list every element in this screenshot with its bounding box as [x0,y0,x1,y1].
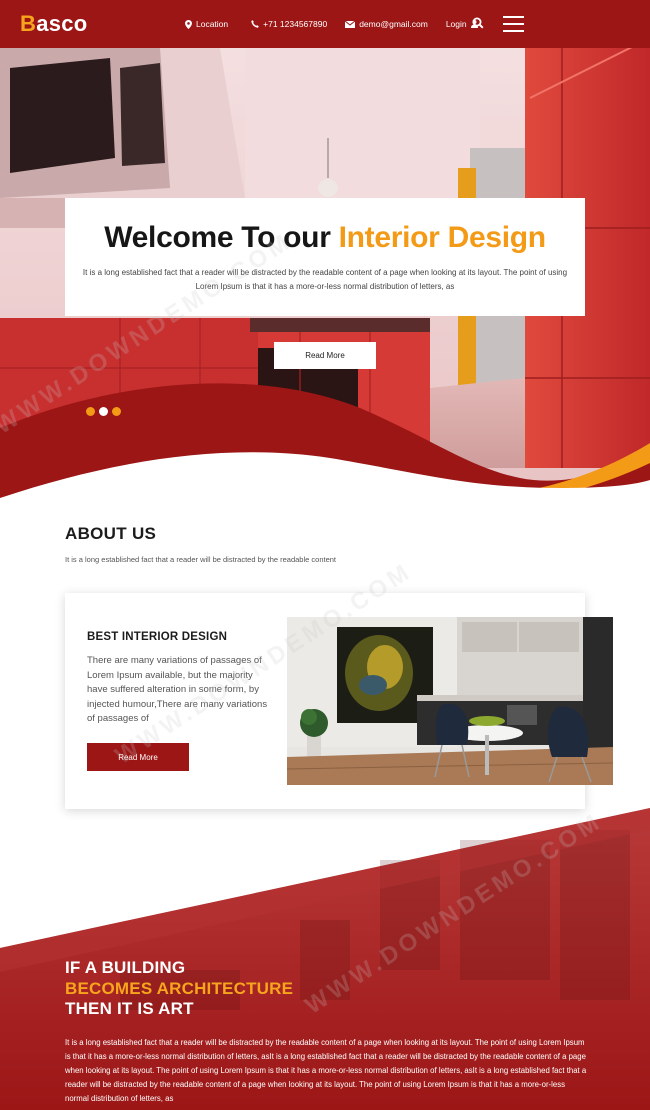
top-nav: Location +71 1234567890 demo@gmail.com L… [185,0,496,48]
phone-icon [251,20,259,28]
card-title: BEST INTERIOR DESIGN [87,631,228,643]
location-pin-icon [185,19,192,29]
interior-room-image [287,617,613,785]
slider-dot-1[interactable] [86,407,95,416]
search-icon[interactable] [472,17,484,29]
slider-dots [86,407,121,416]
slider-dot-3[interactable] [112,407,121,416]
art-heading-line-1: IF A BUILDING [65,958,186,977]
nav-email-label: demo@gmail.com [359,19,428,29]
nav-location-label: Location [196,19,229,29]
nav-phone[interactable]: +71 1234567890 [251,19,327,29]
hero-slider: Welcome To our Interior Design It is a l… [0,48,650,508]
hero-caption-box: Welcome To our Interior Design It is a l… [65,198,585,316]
hero-read-more-button[interactable]: Read More [274,342,376,369]
hero-text: It is a long established fact that a rea… [82,268,568,291]
art-paragraph: It is a long established fact that a rea… [65,1038,587,1103]
art-heading: IF A BUILDING BECOMES ARCHITECTURE THEN … [65,958,293,1020]
slider-dot-2[interactable] [99,407,108,416]
about-subtitle: It is a long established fact that a rea… [65,555,336,564]
nav-login-label: Login [445,19,467,29]
site-header: Basco Location +71 1234567890 demo@gmail… [0,0,650,48]
hero-title: Welcome To our Interior Design [104,221,546,254]
nav-location[interactable]: Location [185,19,228,29]
nav-email[interactable]: demo@gmail.com [345,19,428,29]
art-heading-line-3: THEN IT IS ART [65,999,194,1018]
card-text: There are many variations of passages of… [87,655,268,725]
nav-phone-label: +71 1234567890 [263,19,328,29]
email-icon [345,20,356,28]
about-title: ABOUT US [65,524,157,543]
site-logo[interactable]: Basco [20,11,88,37]
card-read-more-button[interactable]: Read More [87,743,189,771]
art-heading-line-2: BECOMES ARCHITECTURE [65,978,294,998]
hamburger-menu-icon[interactable] [503,16,525,32]
